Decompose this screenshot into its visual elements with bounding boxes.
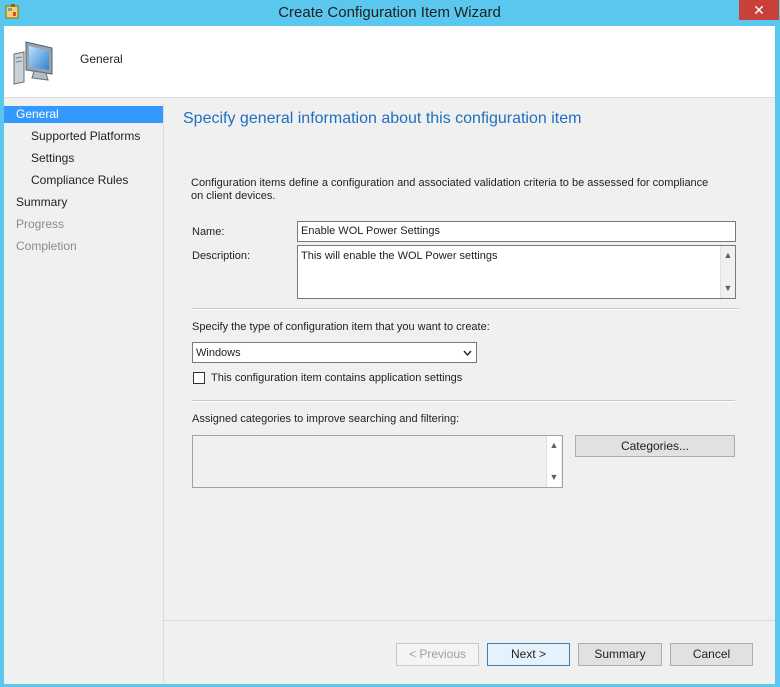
nav-item-label: Supported Platforms	[31, 129, 141, 143]
scroll-up-icon[interactable]: ▲	[549, 439, 559, 451]
nav-item-label: Progress	[16, 217, 65, 231]
nav-item-completion: Completion	[4, 238, 77, 255]
categories-prompt: Assigned categories to improve searching…	[192, 413, 460, 425]
intro-text: Configuration items define a configurati…	[191, 177, 709, 202]
scroll-down-icon[interactable]: ▼	[549, 471, 559, 483]
wizard-client-area: General General Supported Platforms Sett…	[4, 26, 775, 684]
divider	[192, 308, 739, 310]
previous-button: < Previous	[396, 643, 479, 666]
nav-item-settings[interactable]: Settings	[4, 150, 74, 167]
description-text: This will enable the WOL Power settings	[301, 250, 498, 262]
close-button[interactable]: ✕	[739, 0, 779, 20]
wizard-navigation: General Supported Platforms Settings Com…	[4, 104, 164, 684]
close-icon: ✕	[753, 2, 765, 18]
title-bar[interactable]: Create Configuration Item Wizard ✕	[0, 0, 779, 26]
categories-button[interactable]: Categories...	[575, 435, 735, 457]
scroll-down-icon[interactable]: ▼	[723, 282, 733, 294]
categories-scrollbar[interactable]: ▲ ▼	[546, 436, 561, 487]
nav-item-general[interactable]: General	[4, 106, 163, 123]
chevron-down-icon	[463, 350, 472, 356]
nav-item-label: Completion	[16, 239, 77, 253]
nav-item-summary[interactable]: Summary	[4, 194, 67, 211]
app-settings-checkbox[interactable]	[193, 372, 205, 384]
wizard-header: General	[4, 26, 775, 98]
next-button[interactable]: Next >	[487, 643, 570, 666]
divider	[192, 400, 735, 402]
description-field[interactable]: This will enable the WOL Power settings …	[297, 245, 736, 299]
summary-button[interactable]: Summary	[578, 643, 662, 666]
page-heading: Specify general information about this c…	[183, 110, 582, 127]
description-label: Description:	[192, 250, 251, 262]
wizard-window: Create Configuration Item Wizard ✕ Gener…	[0, 0, 779, 686]
nav-item-label: Compliance Rules	[31, 173, 129, 187]
footer-divider	[164, 620, 775, 621]
window-title: Create Configuration Item Wizard	[278, 4, 501, 21]
app-settings-label: This configuration item contains applica…	[211, 372, 463, 384]
nav-item-label: Settings	[31, 151, 75, 165]
categories-list[interactable]: ▲ ▼	[192, 435, 563, 488]
header-page-title: General	[80, 52, 123, 66]
nav-item-progress: Progress	[4, 216, 64, 233]
cancel-button[interactable]: Cancel	[670, 643, 753, 666]
type-prompt: Specify the type of configuration item t…	[192, 321, 490, 333]
nav-item-compliance-rules[interactable]: Compliance Rules	[4, 172, 128, 189]
nav-item-label: Summary	[16, 195, 68, 209]
nav-item-label: General	[16, 107, 59, 121]
scroll-up-icon[interactable]: ▲	[723, 249, 733, 261]
computer-monitor-icon	[13, 41, 53, 85]
name-field[interactable]: Enable WOL Power Settings	[297, 221, 736, 242]
description-scrollbar[interactable]: ▲ ▼	[720, 246, 735, 298]
type-dropdown-value: Windows	[196, 347, 241, 359]
type-dropdown[interactable]: Windows	[192, 342, 477, 363]
name-label: Name:	[192, 226, 225, 238]
nav-item-supported-platforms[interactable]: Supported Platforms	[4, 128, 140, 145]
